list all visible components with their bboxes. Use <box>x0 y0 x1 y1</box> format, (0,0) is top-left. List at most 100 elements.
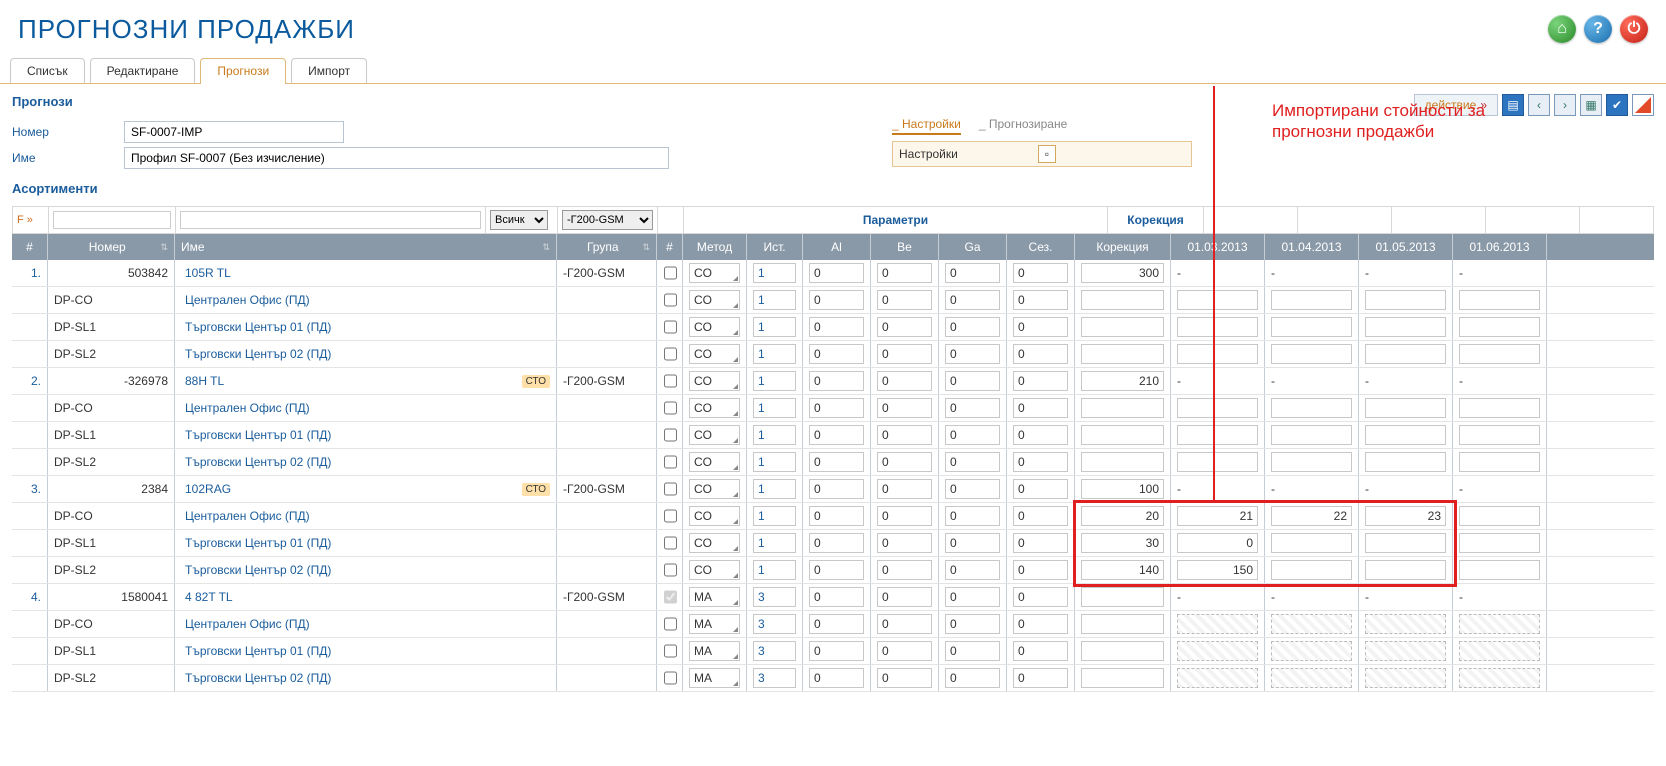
corr-input[interactable] <box>1081 263 1164 283</box>
method-input[interactable] <box>689 371 740 391</box>
month-input[interactable] <box>1177 506 1258 526</box>
sub-tab-settings[interactable]: _ Настройки <box>892 117 961 135</box>
src-input[interactable] <box>753 479 796 499</box>
method-input[interactable] <box>689 587 740 607</box>
be-input[interactable] <box>877 533 932 553</box>
col-sez[interactable]: Сез. <box>1007 234 1075 260</box>
row-checkbox[interactable] <box>664 617 677 631</box>
col-name[interactable]: Име⇅ <box>175 234 557 260</box>
method-input[interactable] <box>689 344 740 364</box>
month-input[interactable] <box>1459 506 1540 526</box>
row-checkbox[interactable] <box>664 347 677 361</box>
al-input[interactable] <box>809 371 864 391</box>
sez-input[interactable] <box>1013 614 1068 634</box>
row-name[interactable]: 102RAGСТО <box>175 476 557 502</box>
col-method[interactable]: Метод <box>683 234 747 260</box>
corr-input[interactable] <box>1081 317 1164 337</box>
month-input[interactable] <box>1271 317 1352 337</box>
be-input[interactable] <box>877 317 932 337</box>
row-checkbox[interactable] <box>664 563 677 577</box>
col-group[interactable]: Група⇅ <box>557 234 657 260</box>
corr-input[interactable] <box>1081 371 1164 391</box>
sez-input[interactable] <box>1013 668 1068 688</box>
src-input[interactable] <box>753 668 796 688</box>
child-name[interactable]: Централен Офис (ПД) <box>175 395 557 421</box>
corr-input[interactable] <box>1081 506 1164 526</box>
corr-input[interactable] <box>1081 641 1164 661</box>
child-name[interactable]: Централен Офис (ПД) <box>175 503 557 529</box>
row-name[interactable]: 105R TL <box>175 260 557 286</box>
month-input[interactable] <box>1365 398 1446 418</box>
child-name[interactable]: Търговски Център 02 (ПД) <box>175 341 557 367</box>
month-input[interactable] <box>1459 344 1540 364</box>
corr-input[interactable] <box>1081 479 1164 499</box>
row-checkbox[interactable] <box>664 401 677 415</box>
row-checkbox[interactable] <box>664 671 677 685</box>
be-input[interactable] <box>877 452 932 472</box>
month-input[interactable] <box>1177 317 1258 337</box>
method-input[interactable] <box>689 425 740 445</box>
be-input[interactable] <box>877 344 932 364</box>
tab-forecast[interactable]: Прогнози <box>200 58 286 83</box>
corr-input[interactable] <box>1081 587 1164 607</box>
input-number[interactable] <box>124 121 344 143</box>
corr-input[interactable] <box>1081 614 1164 634</box>
child-name[interactable]: Централен Офис (ПД) <box>175 611 557 637</box>
method-input[interactable] <box>689 290 740 310</box>
tab-edit[interactable]: Редактиране <box>90 58 196 83</box>
month-input[interactable] <box>1365 506 1446 526</box>
row-checkbox[interactable] <box>664 644 677 658</box>
corr-input[interactable] <box>1081 668 1164 688</box>
row-checkbox[interactable] <box>664 482 677 496</box>
ga-input[interactable] <box>945 317 1000 337</box>
child-name[interactable]: Търговски Център 01 (ПД) <box>175 638 557 664</box>
ga-input[interactable] <box>945 398 1000 418</box>
sez-input[interactable] <box>1013 398 1068 418</box>
sez-input[interactable] <box>1013 641 1068 661</box>
col-ga[interactable]: Ga <box>939 234 1007 260</box>
sez-input[interactable] <box>1013 560 1068 580</box>
month-input[interactable] <box>1459 560 1540 580</box>
month-input[interactable] <box>1459 398 1540 418</box>
al-input[interactable] <box>809 344 864 364</box>
home-icon[interactable]: ⌂ <box>1548 15 1576 43</box>
child-name[interactable]: Търговски Център 02 (ПД) <box>175 449 557 475</box>
be-input[interactable] <box>877 614 932 634</box>
src-input[interactable] <box>753 344 796 364</box>
col-check[interactable]: # <box>657 234 683 260</box>
method-input[interactable] <box>689 614 740 634</box>
src-input[interactable] <box>753 506 796 526</box>
sub-tab-forecast[interactable]: _ Прогнозиране <box>979 117 1067 135</box>
month-input[interactable] <box>1271 344 1352 364</box>
tab-list[interactable]: Списък <box>10 58 85 83</box>
src-input[interactable] <box>753 533 796 553</box>
method-input[interactable] <box>689 398 740 418</box>
month-input[interactable] <box>1365 452 1446 472</box>
month-input[interactable] <box>1365 560 1446 580</box>
corr-input[interactable] <box>1081 425 1164 445</box>
corr-input[interactable] <box>1081 290 1164 310</box>
ga-input[interactable] <box>945 263 1000 283</box>
month-input[interactable] <box>1459 452 1540 472</box>
ga-input[interactable] <box>945 506 1000 526</box>
child-name[interactable]: Търговски Център 02 (ПД) <box>175 665 557 691</box>
src-input[interactable] <box>753 587 796 607</box>
be-input[interactable] <box>877 560 932 580</box>
ga-input[interactable] <box>945 425 1000 445</box>
col-be[interactable]: Be <box>871 234 939 260</box>
filter-name[interactable] <box>180 211 481 229</box>
month-input[interactable] <box>1271 398 1352 418</box>
month-input[interactable] <box>1271 560 1352 580</box>
ga-input[interactable] <box>945 344 1000 364</box>
al-input[interactable] <box>809 479 864 499</box>
child-name[interactable]: Централен Офис (ПД) <box>175 287 557 313</box>
be-input[interactable] <box>877 587 932 607</box>
src-input[interactable] <box>753 398 796 418</box>
corr-input[interactable] <box>1081 533 1164 553</box>
ga-input[interactable] <box>945 614 1000 634</box>
month-input[interactable] <box>1177 452 1258 472</box>
row-name[interactable]: 4 82T TL <box>175 584 557 610</box>
sez-input[interactable] <box>1013 317 1068 337</box>
settings-toggle[interactable]: ▫ <box>1038 145 1056 163</box>
ga-input[interactable] <box>945 533 1000 553</box>
